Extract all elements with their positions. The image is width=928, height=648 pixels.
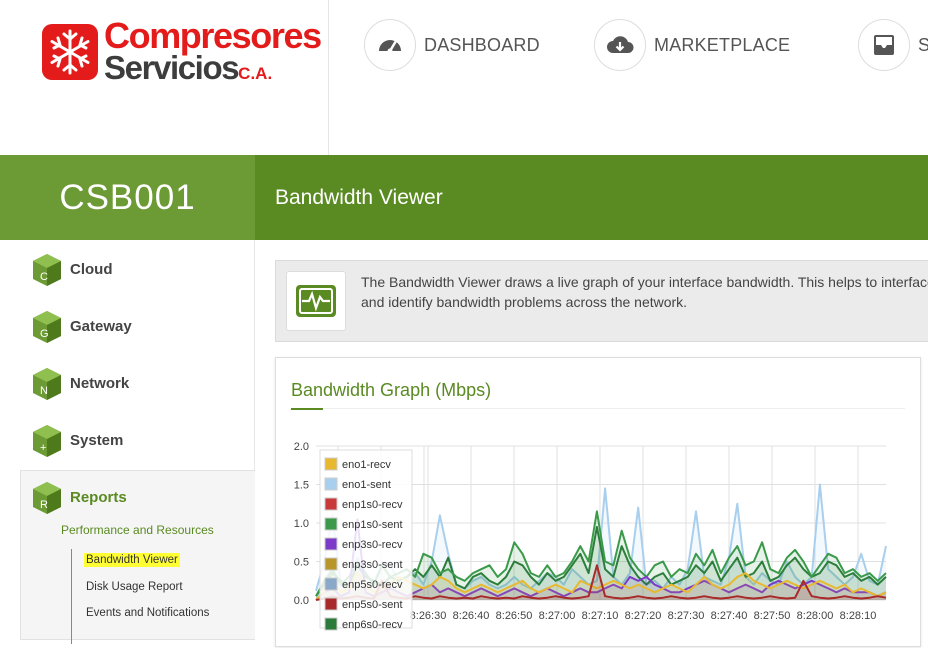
logo[interactable]: Compresores ServiciosC.A. xyxy=(0,0,329,155)
x-tick-label: 8:26:50 xyxy=(496,610,533,622)
network-activity-icon xyxy=(286,271,346,331)
legend-label: eno1-recv xyxy=(342,459,391,471)
x-tick-label: 8:27:30 xyxy=(668,610,705,622)
title-bar: CSB001 Bandwidth Viewer xyxy=(0,155,928,240)
sidebar-item-network[interactable]: N Network xyxy=(20,355,255,412)
legend-label: enp6s0-recv xyxy=(342,619,403,631)
logo-suffix: C.A. xyxy=(238,64,273,83)
sidebar-item-gateway[interactable]: G Gateway xyxy=(20,298,255,355)
bandwidth-viewer-label: Bandwidth Viewer xyxy=(84,553,180,567)
legend-swatch xyxy=(324,497,338,511)
cube-icon: G xyxy=(33,310,61,343)
y-tick-label: 2.0 xyxy=(294,441,309,453)
bandwidth-viewer-link[interactable]: Bandwidth Viewer xyxy=(84,553,180,567)
info-box: The Bandwidth Viewer draws a live graph … xyxy=(275,260,928,342)
svg-text:+: + xyxy=(40,442,46,454)
snowflake-icon xyxy=(42,24,98,80)
bandwidth-chart: 0.0 0.5 1.0 1.5 2.0 8:26:30 8:26:40 8:26:50 8:27… xyxy=(294,441,887,631)
cloud-download-icon xyxy=(594,19,646,71)
y-tick-label: 1.5 xyxy=(294,480,309,492)
graph-panel: Bandwidth Graph (Mbps) 0.0 0.5 1.0 1.5 2.0 8:… xyxy=(275,357,921,647)
sidebar-item-label: Network xyxy=(70,375,130,392)
cube-icon: N xyxy=(33,367,61,400)
svg-text:G: G xyxy=(40,328,49,340)
x-tick-label: 8:27:40 xyxy=(711,610,748,622)
svg-text:R: R xyxy=(40,499,48,511)
y-tick-label: 0.0 xyxy=(294,595,309,607)
y-tick-label: 0.5 xyxy=(294,557,309,569)
legend-swatch xyxy=(324,577,338,591)
tree-line xyxy=(71,549,72,644)
cube-icon: R xyxy=(33,481,61,514)
legend-label: eno1-sent xyxy=(342,479,391,491)
legend-label: enp5s0-sent xyxy=(342,599,403,611)
nav-third-label: S xyxy=(918,34,928,55)
logo-line2: Servicios xyxy=(104,49,240,86)
legend-label: enp5s0-recv xyxy=(342,579,403,591)
legend-swatch xyxy=(324,457,338,471)
sidebar-item-reports[interactable]: R Reports xyxy=(20,469,255,526)
sidebar-item-label: Cloud xyxy=(70,261,113,278)
x-tick-label: 8:27:10 xyxy=(582,610,619,622)
nav-marketplace[interactable]: MARKETPLACE xyxy=(594,19,790,71)
sidebar: Performance and Resources Bandwidth View… xyxy=(0,240,255,644)
sidebar-item-label: Gateway xyxy=(70,318,132,335)
y-tick-label: 1.0 xyxy=(294,518,309,530)
legend-label: enp1s0-recv xyxy=(342,499,403,511)
sidebar-item-label: System xyxy=(70,432,124,449)
nav-dashboard-label: DASHBOARD xyxy=(424,34,540,55)
sidebar-item-cloud[interactable]: C Cloud xyxy=(20,241,255,298)
cube-icon: C xyxy=(33,253,61,286)
legend-label: enp3s0-recv xyxy=(342,539,403,551)
sidebar-item-label: Reports xyxy=(70,489,127,506)
nav-dashboard[interactable]: DASHBOARD xyxy=(364,19,540,71)
page-title: Bandwidth Viewer xyxy=(275,186,443,209)
host-name: CSB001 xyxy=(59,177,196,217)
x-tick-label: 8:28:10 xyxy=(840,610,877,622)
x-tick-label: 8:28:00 xyxy=(797,610,834,622)
sidebar-item-system[interactable]: + System xyxy=(20,412,255,469)
legend-swatch xyxy=(324,477,338,491)
inbox-icon xyxy=(858,19,910,71)
events-notifications-link[interactable]: Events and Notifications xyxy=(86,607,209,619)
nav-marketplace-label: MARKETPLACE xyxy=(654,34,791,55)
x-tick-label: 8:27:50 xyxy=(754,610,791,622)
x-tick-label: 8:26:40 xyxy=(453,610,490,622)
legend-label: enp1s0-sent xyxy=(342,519,403,531)
info-text: The Bandwidth Viewer draws a live graph … xyxy=(361,274,928,310)
nav-third[interactable]: S xyxy=(858,19,928,71)
top-header: Compresores ServiciosC.A. DASHBOARD MARK… xyxy=(0,0,928,155)
legend-label: enp3s0-sent xyxy=(342,559,403,571)
legend-swatch xyxy=(324,617,338,631)
svg-text:N: N xyxy=(40,385,48,397)
legend-swatch xyxy=(324,597,338,611)
legend-swatch xyxy=(324,517,338,531)
host-box: CSB001 xyxy=(0,155,255,240)
legend-swatch xyxy=(324,557,338,571)
disk-usage-link[interactable]: Disk Usage Report xyxy=(86,581,183,593)
x-tick-label: 8:27:20 xyxy=(625,610,662,622)
dashboard-gauge-icon xyxy=(364,19,416,71)
x-tick-label: 8:26:30 xyxy=(410,610,447,622)
cube-icon: + xyxy=(33,424,61,457)
svg-text:C: C xyxy=(40,271,48,283)
x-tick-label: 8:27:00 xyxy=(539,610,576,622)
legend-swatch xyxy=(324,537,338,551)
